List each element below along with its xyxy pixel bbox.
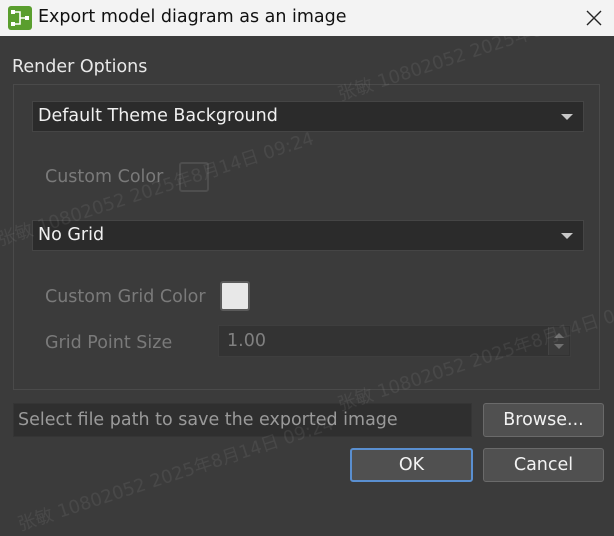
grid-point-size-spinbox[interactable]: 1.00 [218,325,571,357]
title-bar: Export model diagram as an image [0,0,614,36]
spin-buttons[interactable] [548,327,569,355]
model-diagram-app-icon [8,6,32,30]
grid-point-size-label: Grid Point Size [45,333,173,353]
close-icon [586,10,602,26]
spin-down-arrow-icon[interactable] [554,344,564,349]
custom-color-label: Custom Color [45,167,164,187]
close-button[interactable] [574,0,614,36]
grid-point-size-value: 1.00 [227,331,266,351]
file-path-field[interactable] [13,403,472,437]
background-mode-select[interactable]: Default Theme Background [32,101,584,132]
spin-up-arrow-icon[interactable] [554,333,564,338]
grid-mode-value: No Grid [38,225,105,245]
custom-grid-color-swatch[interactable] [220,281,250,311]
chevron-down-icon [561,233,573,239]
custom-grid-color-label: Custom Grid Color [45,287,206,307]
window-title: Export model diagram as an image [38,7,347,27]
custom-color-swatch[interactable] [179,162,209,192]
browse-button[interactable]: Browse... [483,403,604,437]
render-options-title: Render Options [12,57,148,77]
chevron-down-icon [561,114,573,120]
grid-mode-select[interactable]: No Grid [32,220,584,251]
cancel-button[interactable]: Cancel [483,448,604,482]
background-mode-value: Default Theme Background [38,106,278,126]
file-path-input[interactable] [14,404,471,436]
ok-button[interactable]: OK [350,448,473,482]
